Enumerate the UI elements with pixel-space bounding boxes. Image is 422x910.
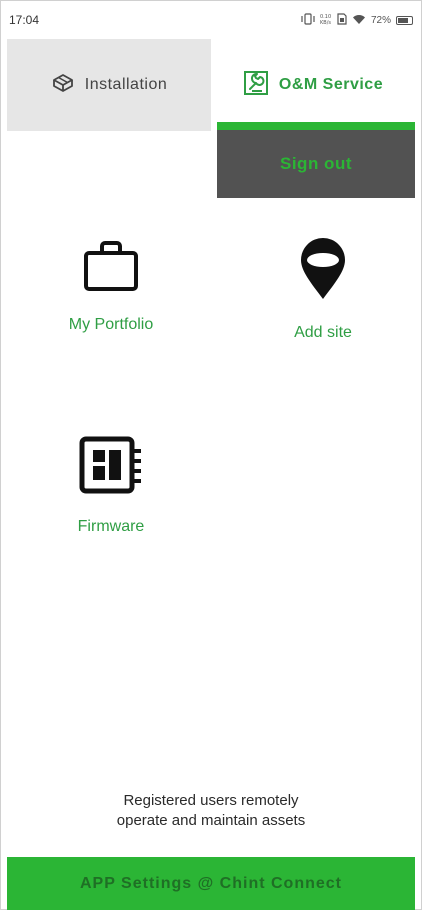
tab-installation-label: Installation bbox=[84, 76, 168, 93]
footer-line-1: Registered users remotely bbox=[123, 792, 299, 809]
wifi-icon bbox=[352, 13, 366, 28]
svg-text:KB/s: KB/s bbox=[320, 20, 331, 25]
firmware-tile[interactable]: Firmware bbox=[41, 435, 181, 536]
footer-description: Registered users remotely operate and ma… bbox=[1, 791, 421, 831]
status-time: 17:04 bbox=[9, 13, 40, 27]
network-speed-icon: 0.10 KB/s bbox=[320, 13, 332, 28]
footer-line-2: operate and maintain assets bbox=[116, 812, 306, 829]
briefcase-icon bbox=[81, 239, 141, 298]
firmware-label: Firmware bbox=[77, 518, 145, 535]
sim-icon bbox=[337, 12, 347, 28]
add-site-tile[interactable]: Add site bbox=[253, 237, 393, 342]
battery-percent: 72% bbox=[370, 14, 391, 26]
active-tab-indicator bbox=[217, 122, 415, 130]
my-portfolio-tile[interactable]: My Portfolio bbox=[41, 239, 181, 334]
sign-out-button[interactable]: Sign out bbox=[217, 130, 415, 198]
wrench-service-icon bbox=[243, 70, 269, 101]
app-settings-button[interactable]: APP Settings @ Chint Connect bbox=[7, 857, 415, 910]
chip-icon bbox=[78, 435, 144, 500]
mode-tabs: Installation O&M Service bbox=[7, 39, 415, 131]
package-box-icon bbox=[51, 72, 75, 99]
tab-om-service-label: O&M Service bbox=[278, 76, 384, 93]
status-bar: 17:04 0.10 KB/s 72% bbox=[9, 7, 413, 33]
status-icons: 0.10 KB/s 72% bbox=[301, 12, 413, 28]
tab-om-service[interactable]: O&M Service bbox=[211, 39, 415, 131]
my-portfolio-label: My Portfolio bbox=[68, 316, 154, 333]
tab-installation[interactable]: Installation bbox=[7, 39, 211, 131]
battery-icon bbox=[396, 15, 413, 25]
map-pin-icon bbox=[298, 237, 348, 306]
app-frame: 17:04 0.10 KB/s 72% Installation O&M Ser… bbox=[0, 0, 422, 910]
add-site-label: Add site bbox=[294, 324, 352, 341]
vibrate-icon bbox=[301, 12, 315, 28]
